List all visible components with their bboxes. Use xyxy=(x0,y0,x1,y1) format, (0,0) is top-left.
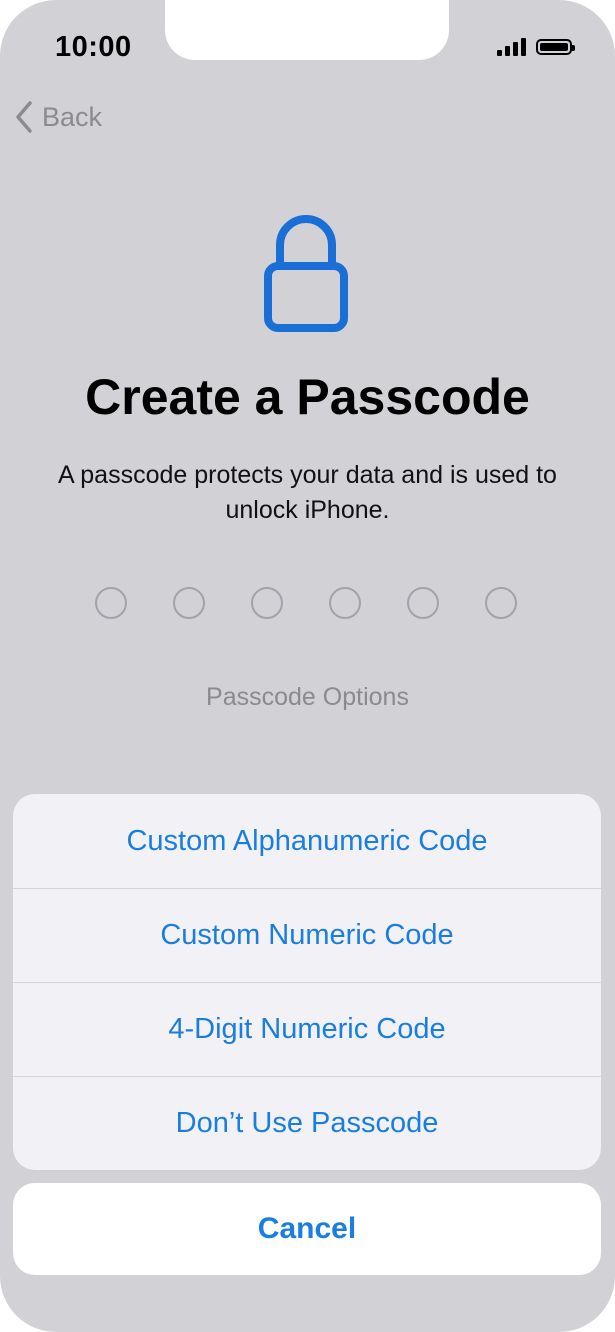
signal-icon xyxy=(497,38,526,56)
phone-screen: 10:00 Back Create a Passcode A passcode … xyxy=(0,0,615,1332)
page-subtitle: A passcode protects your data and is use… xyxy=(58,461,557,524)
back-button[interactable]: Back xyxy=(14,100,102,134)
passcode-dot xyxy=(485,587,517,619)
passcode-dot xyxy=(329,587,361,619)
notch xyxy=(165,0,449,60)
battery-icon xyxy=(536,39,575,55)
passcode-dot xyxy=(95,587,127,619)
custom-alphanumeric-code-option[interactable]: Custom Alphanumeric Code xyxy=(13,794,601,888)
status-time: 10:00 xyxy=(55,31,132,63)
lock-icon xyxy=(264,215,348,332)
dont-use-passcode-option[interactable]: Don’t Use Passcode xyxy=(13,1076,601,1170)
four-digit-numeric-code-option[interactable]: 4-Digit Numeric Code xyxy=(13,982,601,1076)
passcode-dot xyxy=(251,587,283,619)
chevron-left-icon xyxy=(16,101,32,133)
passcode-dot xyxy=(173,587,205,619)
passcode-dot xyxy=(407,587,439,619)
page-title: Create a Passcode xyxy=(85,369,530,425)
custom-numeric-code-option[interactable]: Custom Numeric Code xyxy=(13,888,601,982)
action-sheet: Custom Alphanumeric Code Custom Numeric … xyxy=(13,794,601,1170)
passcode-options-link[interactable]: Passcode Options xyxy=(0,683,615,712)
passcode-dots xyxy=(95,587,517,619)
status-icons xyxy=(497,38,575,56)
cancel-button[interactable]: Cancel xyxy=(13,1183,601,1275)
back-label: Back xyxy=(42,101,103,132)
